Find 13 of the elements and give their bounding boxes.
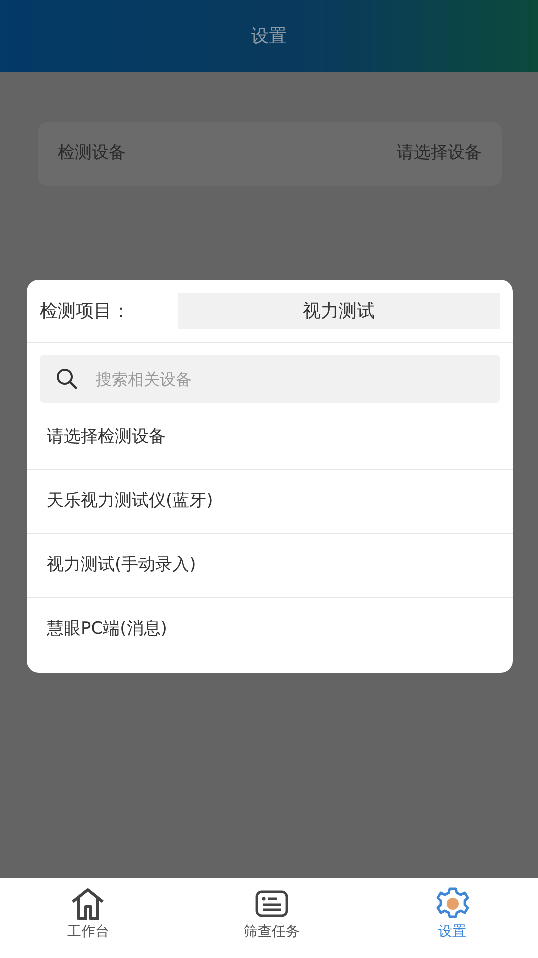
tab[interactable]: 设置 [367, 878, 538, 958]
page-title: 设置 [251, 24, 287, 48]
tab[interactable]: 工作台 [0, 878, 177, 958]
row-label: 检测设备 [58, 142, 126, 166]
gear-icon [434, 887, 471, 921]
tab[interactable]: 筛查任务 [176, 878, 368, 958]
row-value: 请选择设备 [397, 142, 482, 166]
search-icon [56, 368, 78, 390]
project-select[interactable]: 视力测试 [178, 293, 500, 329]
project-label: 检测项目： [40, 300, 131, 324]
search-field[interactable]: 搜索相关设备 [40, 355, 500, 403]
home-icon [70, 887, 106, 921]
list-icon [255, 890, 289, 918]
